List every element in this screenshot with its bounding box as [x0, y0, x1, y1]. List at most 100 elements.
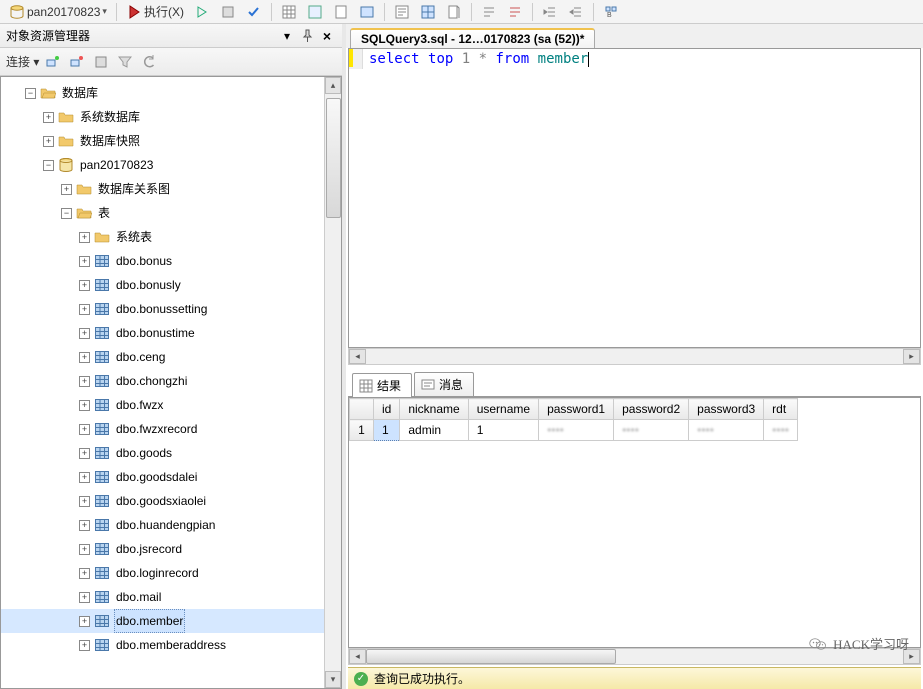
scroll-left-icon[interactable]: ◂	[349, 649, 366, 664]
table-row[interactable]: 11admin1••••••••••••••••	[350, 420, 798, 441]
cell-password3[interactable]: ••••	[689, 420, 764, 441]
refresh-button[interactable]	[139, 52, 159, 72]
results-tab[interactable]: 结果	[352, 373, 412, 397]
tree-node-table[interactable]: +dbo.goodsxiaolei	[1, 489, 324, 513]
tree-node-table[interactable]: +dbo.bonus	[1, 249, 324, 273]
editor-tab[interactable]: SQLQuery3.sql - 12…0170823 (sa (52))*	[350, 28, 595, 48]
expand-icon[interactable]: +	[79, 496, 90, 507]
vertical-scrollbar[interactable]: ▴ ▾	[324, 77, 341, 688]
expand-icon[interactable]: +	[43, 112, 54, 123]
tree-node-db-diagrams[interactable]: +数据库关系图	[1, 177, 324, 201]
expand-icon[interactable]: +	[79, 448, 90, 459]
expand-icon[interactable]: +	[79, 328, 90, 339]
toolbar-button[interactable]	[356, 4, 378, 20]
expand-icon[interactable]: +	[43, 136, 54, 147]
toolbar-button[interactable]	[278, 4, 300, 20]
expand-icon[interactable]: +	[79, 520, 90, 531]
tree-node-tables[interactable]: −表	[1, 201, 324, 225]
scroll-thumb[interactable]	[366, 649, 616, 664]
scroll-down-icon[interactable]: ▾	[325, 671, 341, 688]
sql-editor[interactable]: select top 1 * from member	[348, 48, 921, 348]
results-grid-container[interactable]: idnicknameusernamepassword1password2pass…	[348, 397, 921, 648]
close-icon[interactable]: ×	[318, 27, 336, 45]
tree-node-table[interactable]: +dbo.loginrecord	[1, 561, 324, 585]
toolbar-button[interactable]	[504, 4, 526, 20]
connect-label[interactable]: 连接 ▾	[6, 53, 39, 70]
tree-node-table[interactable]: +dbo.mail	[1, 585, 324, 609]
expand-icon[interactable]: +	[79, 616, 90, 627]
cell-password2[interactable]: ••••	[614, 420, 689, 441]
collapse-icon[interactable]: −	[61, 208, 72, 219]
cell-id[interactable]: 1	[374, 420, 400, 441]
scroll-left-icon[interactable]: ◂	[349, 349, 366, 364]
stop-button[interactable]	[217, 4, 239, 20]
disconnect-button[interactable]	[67, 52, 87, 72]
expand-icon[interactable]: +	[61, 184, 72, 195]
toolbar-button[interactable]	[443, 4, 465, 20]
expand-icon[interactable]: +	[79, 280, 90, 291]
toolbar-button[interactable]	[330, 4, 352, 20]
tree-node-table[interactable]: +dbo.chongzhi	[1, 369, 324, 393]
expand-icon[interactable]: +	[79, 352, 90, 363]
execute-button[interactable]: 执行(X)	[123, 3, 187, 20]
column-header[interactable]: password1	[539, 399, 614, 420]
tree-node-table[interactable]: +dbo.bonussetting	[1, 297, 324, 321]
tree-node-table[interactable]: +dbo.ceng	[1, 345, 324, 369]
sql-code-line[interactable]: select top 1 * from member	[363, 49, 595, 69]
dropdown-icon[interactable]: ▾	[278, 27, 296, 45]
debug-button[interactable]	[191, 4, 213, 20]
tree-node-system-tables[interactable]: +系统表	[1, 225, 324, 249]
expand-icon[interactable]: +	[79, 256, 90, 267]
tree-node-table[interactable]: +dbo.bonusly	[1, 273, 324, 297]
tree-node-table[interactable]: +dbo.goods	[1, 441, 324, 465]
tree-node-table[interactable]: +dbo.member	[1, 609, 324, 633]
editor-horizontal-scrollbar[interactable]: ◂ ▸	[348, 348, 921, 365]
column-header[interactable]: id	[374, 399, 400, 420]
toolbar-button[interactable]	[565, 4, 587, 20]
tree-node-table[interactable]: +dbo.jsrecord	[1, 537, 324, 561]
cell-nickname[interactable]: admin	[400, 420, 468, 441]
toolbar-button[interactable]: B	[600, 4, 622, 20]
collapse-icon[interactable]: −	[25, 88, 36, 99]
scroll-track[interactable]	[326, 94, 341, 671]
db-selector[interactable]: pan20170823 ▾	[6, 4, 110, 20]
column-header[interactable]: password2	[614, 399, 689, 420]
scroll-thumb[interactable]	[326, 98, 341, 218]
expand-icon[interactable]: +	[79, 424, 90, 435]
column-header[interactable]: nickname	[400, 399, 468, 420]
expand-icon[interactable]: +	[79, 592, 90, 603]
tree-node-table[interactable]: +dbo.goodsdalei	[1, 465, 324, 489]
cell-username[interactable]: 1	[468, 420, 538, 441]
toolbar-button[interactable]	[539, 4, 561, 20]
tree-node-table[interactable]: +dbo.bonustime	[1, 321, 324, 345]
scroll-right-icon[interactable]: ▸	[903, 349, 920, 364]
tree-node-system-databases[interactable]: +系统数据库	[1, 105, 324, 129]
toolbar-button[interactable]	[417, 4, 439, 20]
cell-rdt[interactable]: ••••	[764, 420, 798, 441]
tree-node-databases[interactable]: −数据库	[1, 81, 324, 105]
tree-node-table[interactable]: +dbo.huandengpian	[1, 513, 324, 537]
tree-node-db-snapshots[interactable]: +数据库快照	[1, 129, 324, 153]
filter-button[interactable]	[115, 52, 135, 72]
expand-icon[interactable]: +	[79, 544, 90, 555]
pin-icon[interactable]	[298, 27, 316, 45]
messages-tab[interactable]: 消息	[414, 372, 474, 396]
toolbar-button[interactable]	[478, 4, 500, 20]
expand-icon[interactable]: +	[79, 400, 90, 411]
results-grid[interactable]: idnicknameusernamepassword1password2pass…	[349, 398, 798, 441]
tree-node-table[interactable]: +dbo.memberaddress	[1, 633, 324, 657]
toolbar-button[interactable]	[304, 4, 326, 20]
object-tree[interactable]: −数据库+系统数据库+数据库快照−pan20170823+数据库关系图−表+系统…	[1, 77, 324, 688]
expand-icon[interactable]: +	[79, 232, 90, 243]
toolbar-button[interactable]	[391, 4, 413, 20]
cell-password1[interactable]: ••••	[539, 420, 614, 441]
stop-button[interactable]	[91, 52, 111, 72]
expand-icon[interactable]: +	[79, 568, 90, 579]
column-header[interactable]: username	[468, 399, 538, 420]
tree-node-table[interactable]: +dbo.fwzx	[1, 393, 324, 417]
tree-node-table[interactable]: +dbo.fwzxrecord	[1, 417, 324, 441]
tree-node-current-db[interactable]: −pan20170823	[1, 153, 324, 177]
expand-icon[interactable]: +	[79, 304, 90, 315]
scroll-up-icon[interactable]: ▴	[325, 77, 341, 94]
column-header[interactable]: password3	[689, 399, 764, 420]
